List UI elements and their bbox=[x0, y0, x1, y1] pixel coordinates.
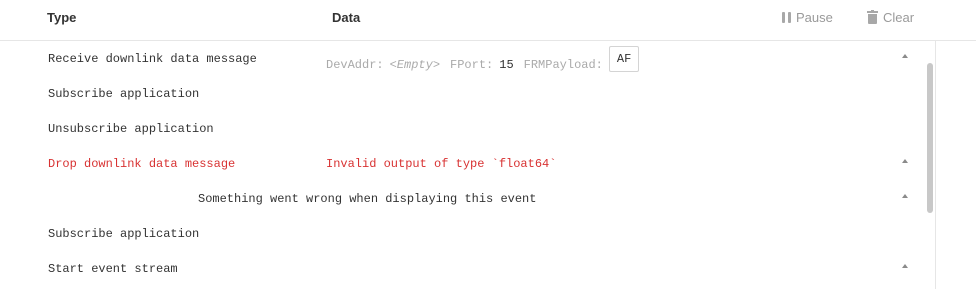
event-row[interactable]: Subscribe application bbox=[0, 76, 935, 111]
pause-button[interactable]: Pause bbox=[782, 8, 833, 26]
frmpayload-key: FRMPayload: bbox=[523, 58, 603, 72]
event-type: Unsubscribe application bbox=[48, 122, 214, 136]
frmpayload-value[interactable]: AF bbox=[608, 46, 640, 72]
chevron-up-icon[interactable] bbox=[902, 194, 908, 198]
devaddr-key: DevAddr: bbox=[326, 58, 384, 72]
events-list: Receive downlink data message DevAddr: <… bbox=[0, 41, 936, 289]
pause-icon bbox=[782, 11, 791, 23]
devaddr-value: <Empty> bbox=[389, 58, 441, 72]
fport-value: 15 bbox=[499, 58, 514, 72]
event-row[interactable]: Drop downlink data message Invalid outpu… bbox=[0, 146, 935, 181]
display-error-message: Something went wrong when displaying thi… bbox=[198, 192, 537, 206]
event-row[interactable]: Start event stream bbox=[0, 251, 935, 286]
event-row[interactable]: Unsubscribe application bbox=[0, 111, 935, 146]
event-error-data: Invalid output of type `float64` bbox=[326, 157, 557, 171]
trash-icon bbox=[867, 10, 878, 24]
pause-label: Pause bbox=[796, 9, 833, 25]
chevron-up-icon[interactable] bbox=[902, 264, 908, 268]
event-row[interactable]: Subscribe application bbox=[0, 216, 935, 251]
events-header: Type Data Pause Clear bbox=[0, 0, 976, 41]
event-type: Start event stream bbox=[48, 262, 178, 276]
event-type: Subscribe application bbox=[48, 227, 200, 241]
event-row[interactable]: Receive downlink data message DevAddr: <… bbox=[0, 41, 935, 76]
event-type: Subscribe application bbox=[48, 87, 200, 101]
fport-key: FPort: bbox=[450, 58, 494, 72]
event-type: Receive downlink data message bbox=[48, 52, 257, 66]
event-type: Drop downlink data message bbox=[48, 157, 236, 171]
event-row-error-display[interactable]: Something went wrong when displaying thi… bbox=[0, 181, 935, 216]
type-column-header: Type bbox=[47, 10, 77, 25]
data-column-header: Data bbox=[332, 10, 361, 25]
event-data: DevAddr: <Empty> FPort: 15 FRMPayload: A… bbox=[326, 46, 640, 78]
chevron-up-icon[interactable] bbox=[902, 54, 908, 58]
scrollbar-thumb[interactable] bbox=[927, 63, 933, 213]
chevron-up-icon[interactable] bbox=[902, 159, 908, 163]
clear-label: Clear bbox=[883, 9, 915, 25]
clear-button[interactable]: Clear bbox=[867, 8, 914, 26]
